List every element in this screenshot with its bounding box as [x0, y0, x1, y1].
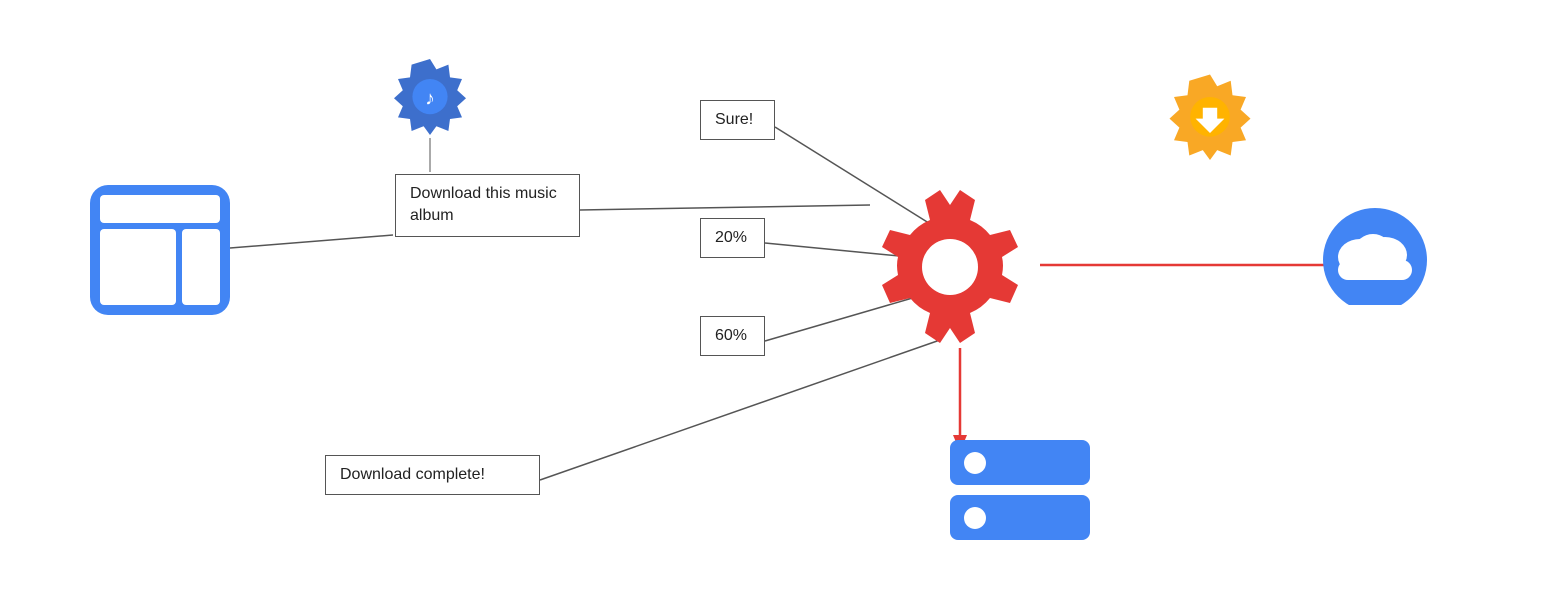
browser-top-bar	[100, 195, 220, 223]
server-stack	[950, 440, 1090, 540]
server-dot-1	[964, 452, 986, 474]
twenty-percent-text: 20%	[715, 229, 747, 246]
cloud-icon	[1310, 195, 1440, 305]
sixty-percent-text: 60%	[715, 327, 747, 344]
browser-left-panel	[100, 229, 176, 305]
music-badge-icon: ♪	[390, 55, 470, 135]
browser-app-icon	[90, 185, 230, 315]
server-bar-2	[950, 495, 1090, 540]
sure-text: Sure!	[715, 111, 753, 128]
browser-right-panel	[182, 229, 220, 305]
sure-label: Sure!	[700, 100, 775, 140]
twenty-percent-label: 20%	[700, 218, 765, 258]
server-dot-2	[964, 507, 986, 529]
sixty-percent-label: 60%	[700, 316, 765, 356]
download-badge-icon	[1165, 70, 1255, 160]
download-music-text: Download this music album	[410, 185, 557, 224]
server-bar-1	[950, 440, 1090, 485]
download-complete-label: Download complete!	[325, 455, 540, 495]
download-complete-text: Download complete!	[340, 466, 485, 483]
svg-text:♪: ♪	[425, 89, 435, 110]
gear-settings-icon	[870, 185, 1030, 345]
browser-bottom	[100, 229, 220, 305]
download-music-label: Download this music album	[395, 174, 580, 237]
diagram-canvas: ♪ Download this music album Sure! 20% 60…	[0, 0, 1550, 600]
